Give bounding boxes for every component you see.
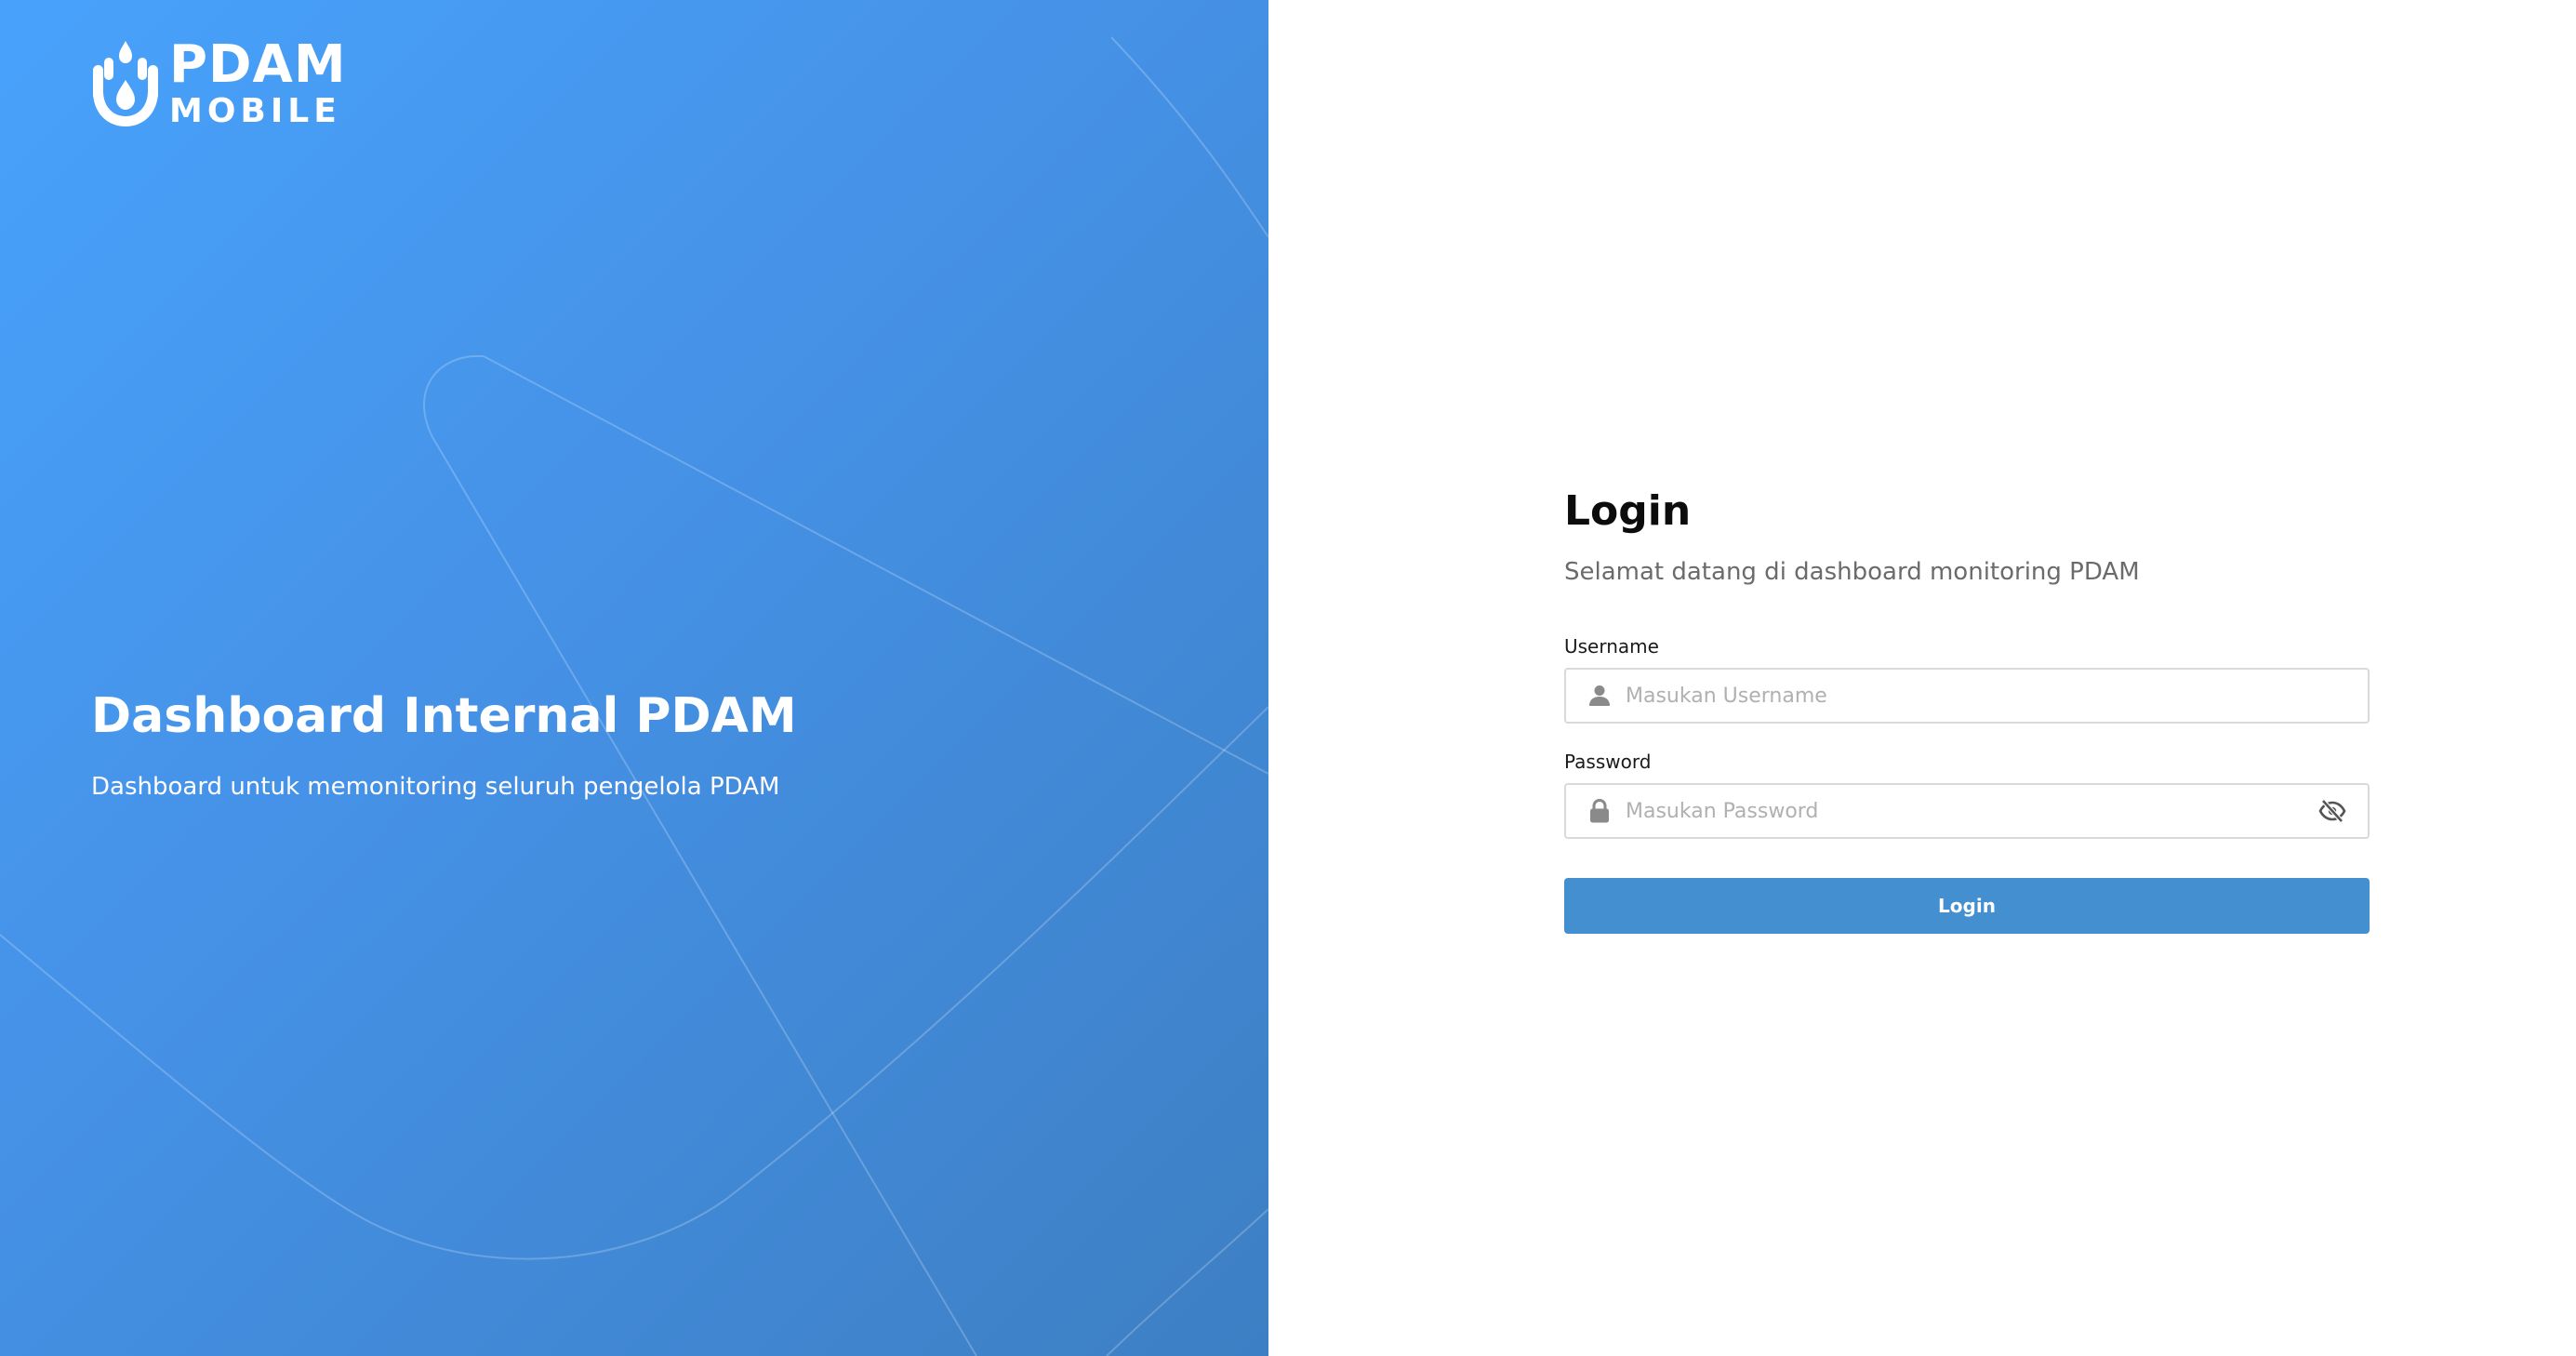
brand-name: PDAM (169, 34, 347, 95)
hero-title: Dashboard Internal PDAM (91, 688, 797, 744)
brand-logo: PDAM MOBILE (91, 37, 347, 130)
password-input-box[interactable] (1564, 783, 2370, 839)
water-drop-hand-icon (93, 41, 158, 126)
login-title: Login (1564, 487, 1692, 535)
brand-wordmark: PDAM MOBILE (169, 39, 347, 128)
login-panel: Login Selamat datang di dashboard monito… (1268, 0, 2576, 1356)
brand-tagline: MOBILE (169, 92, 341, 130)
password-input[interactable] (1626, 785, 2317, 837)
login-page: PDAM MOBILE Dashboard Internal PDAM Dash… (0, 0, 2576, 1356)
login-form: Login Selamat datang di dashboard monito… (1564, 484, 2370, 934)
hero-subtitle: Dashboard untuk memonitoring seluruh pen… (91, 773, 780, 801)
username-field-group: Username (1564, 634, 2370, 724)
password-label: Password (1564, 751, 1652, 773)
eye-slash-icon[interactable] (2317, 796, 2347, 826)
username-input-box[interactable] (1564, 668, 2370, 724)
hero-panel: PDAM MOBILE Dashboard Internal PDAM Dash… (0, 0, 1268, 1356)
hero-decoration (0, 36, 1268, 1356)
password-field-group: Password (1564, 750, 2370, 839)
user-icon (1588, 685, 1611, 707)
username-input[interactable] (1626, 670, 2368, 722)
login-subtitle: Selamat datang di dashboard monitoring P… (1564, 558, 2140, 586)
lock-icon (1588, 799, 1611, 823)
username-label: Username (1564, 635, 1659, 658)
login-button[interactable]: Login (1564, 878, 2370, 934)
